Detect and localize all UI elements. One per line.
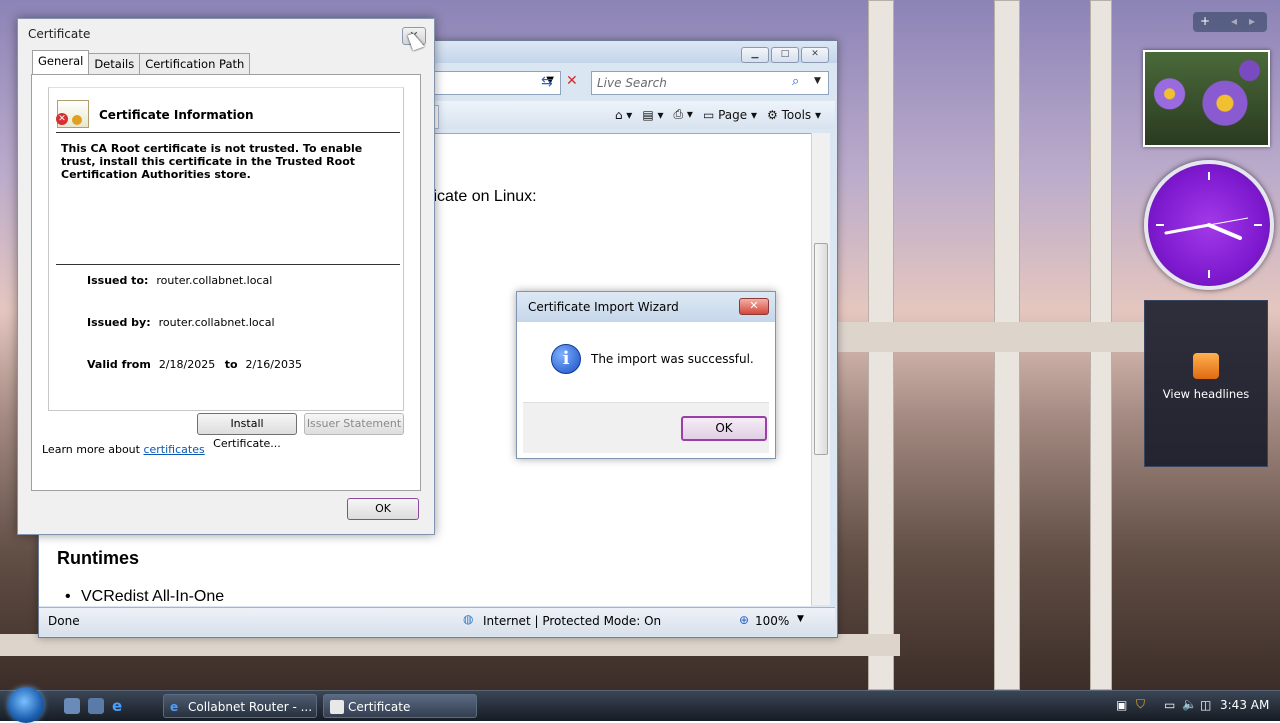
issued-by-row: Issued by: router.collabnet.local	[87, 316, 275, 329]
issued-by-value: router.collabnet.local	[158, 316, 275, 329]
display-icon[interactable]: ▭	[1164, 698, 1175, 712]
ok-button[interactable]: OK	[347, 498, 419, 520]
refresh-icon[interactable]: ⇆	[541, 74, 553, 90]
wizard-title: Certificate Import Wizard	[528, 300, 679, 314]
command-bar-tools: ⌂ ▾ ▤ ▾ ⎙ ▾ ▭ Page ▾ ⚙ Tools ▾	[615, 107, 821, 122]
certificate-icon	[330, 700, 344, 714]
clock-time[interactable]: 3:43 AM	[1220, 698, 1269, 712]
security-zone[interactable]: Internet | Protected Mode: On	[483, 614, 661, 628]
runtimes-heading: Runtimes	[57, 548, 140, 568]
close-button[interactable]: ✕	[801, 47, 829, 63]
page-menu-label: Page	[718, 107, 748, 122]
home-icon[interactable]: ⌂ ▾	[615, 108, 632, 122]
validity-row: Valid from 2/18/2025 to 2/16/2035	[87, 358, 302, 371]
valid-from-label: Valid from	[87, 358, 151, 371]
zoom-dropdown-icon[interactable]: ▼	[797, 614, 804, 624]
status-text: Done	[48, 614, 80, 628]
learn-more-text: Learn more about certificates	[42, 443, 205, 456]
view-headlines-label[interactable]: View headlines	[1145, 387, 1267, 401]
trust-warning: This CA Root certificate is not trusted.…	[61, 142, 363, 181]
tools-menu[interactable]: ⚙ Tools ▾	[767, 108, 821, 122]
valid-to-value: 2/16/2035	[245, 358, 302, 371]
tab-details[interactable]: Details	[88, 53, 141, 75]
globe-icon: ◍	[463, 612, 474, 626]
search-icon[interactable]: ⌕	[792, 74, 799, 89]
task-label: Collabnet Router - ...	[188, 700, 313, 714]
task-label: Certificate	[348, 700, 411, 714]
taskbar-button-browser[interactable]: e Collabnet Router - ...	[163, 694, 317, 718]
rss-icon	[1193, 353, 1219, 379]
feeds-icon[interactable]: ▤ ▾	[642, 108, 663, 122]
learn-more-prefix: Learn more about	[42, 443, 140, 456]
issued-by-label: Issued by:	[87, 316, 151, 329]
certificates-link[interactable]: certificates	[143, 443, 204, 456]
slideshow-gadget[interactable]	[1143, 50, 1270, 147]
page-scrollbar[interactable]	[811, 133, 830, 605]
general-tab-panel: ✕ Certificate Information This CA Root c…	[31, 74, 421, 491]
prev-gadget-button[interactable]: ◂	[1231, 14, 1237, 28]
ok-button[interactable]: OK	[681, 416, 767, 441]
linux-heading: ficate on Linux:	[429, 188, 537, 205]
feed-headlines-gadget[interactable]: View headlines	[1144, 300, 1268, 467]
wizard-titlebar: Certificate Import Wizard ✕	[517, 292, 775, 322]
security-shield-icon[interactable]: ⛉	[1136, 697, 1145, 712]
maximize-button[interactable]: □	[771, 47, 799, 63]
tools-menu-label: Tools	[781, 107, 812, 122]
volume-icon[interactable]: 🔈	[1182, 697, 1197, 711]
browser-window-controls: ▁ □ ✕	[741, 47, 829, 63]
divider	[56, 132, 400, 133]
next-gadget-button[interactable]: ▸	[1249, 14, 1255, 28]
search-input[interactable]: Live Search ⌕ ▼	[591, 71, 829, 95]
stop-icon[interactable]: ✕	[566, 73, 578, 89]
tab-certification-path[interactable]: Certification Path	[139, 53, 251, 75]
scrollbar-thumb[interactable]	[814, 243, 828, 455]
clock-gadget[interactable]	[1144, 160, 1274, 290]
start-button[interactable]	[8, 687, 44, 723]
valid-from-value: 2/18/2025	[158, 358, 216, 371]
sidebar-controls: + ◂ ▸	[1193, 12, 1267, 32]
tab-strip: General Details Certification Path	[32, 50, 251, 75]
issuer-statement-button[interactable]: Issuer Statement	[304, 413, 404, 435]
divider	[56, 264, 400, 265]
zoom-level[interactable]: 100%	[755, 614, 789, 628]
certificate-error-icon: ✕	[56, 100, 89, 128]
success-message: The import was successful.	[591, 352, 754, 366]
certificate-dialog[interactable]: Certificate ✕ General Details Certificat…	[17, 18, 435, 535]
add-gadget-button[interactable]: +	[1200, 14, 1210, 28]
window-sill	[836, 322, 1146, 352]
internet-explorer-icon[interactable]: e	[112, 698, 128, 714]
taskbar: e e Collabnet Router - ... Certificate ▣…	[0, 687, 1280, 723]
valid-to-label: to	[224, 358, 238, 371]
system-tray: ▣ ⛉ ▭ 🔈 ◫ 3:43 AM	[1108, 691, 1280, 721]
minimize-button[interactable]: ▁	[741, 47, 769, 63]
issued-to-label: Issued to:	[87, 274, 149, 287]
info-heading: Certificate Information	[99, 108, 254, 122]
wizard-footer: OK	[523, 402, 769, 453]
install-certificate-button[interactable]: Install Certificate...	[197, 413, 297, 450]
issued-to-value: router.collabnet.local	[156, 274, 273, 287]
search-placeholder: Live Search	[597, 76, 667, 90]
network-icon[interactable]: ▣	[1116, 698, 1127, 712]
import-wizard-dialog[interactable]: Certificate Import Wizard ✕ i The import…	[516, 291, 776, 459]
search-options-icon[interactable]: ▼	[814, 76, 821, 86]
status-bar: Done ◍ Internet | Protected Mode: On ⊕ 1…	[39, 607, 835, 636]
taskbar-button-certificate[interactable]: Certificate	[323, 694, 477, 718]
info-icon: i	[551, 344, 581, 374]
clock-face-icon	[1156, 172, 1262, 278]
internet-explorer-icon: e	[170, 700, 179, 714]
dialog-title: Certificate	[28, 27, 91, 41]
vcredist-list-item[interactable]: VCRedist All-In-One	[65, 588, 224, 606]
close-button[interactable]: ✕	[739, 298, 769, 315]
connection-icon[interactable]: ◫	[1200, 698, 1211, 712]
zoom-icon: ⊕	[739, 613, 750, 627]
issued-to-row: Issued to: router.collabnet.local	[87, 274, 272, 287]
print-icon[interactable]: ⎙ ▾	[674, 107, 693, 122]
wizard-body: i The import was successful.	[523, 322, 769, 402]
tab-general[interactable]: General	[32, 50, 90, 75]
switch-windows-icon[interactable]	[88, 698, 104, 714]
certificate-info-box: ✕ Certificate Information This CA Root c…	[48, 87, 404, 411]
show-desktop-icon[interactable]	[64, 698, 80, 714]
page-menu[interactable]: ▭ Page ▾	[703, 108, 757, 122]
